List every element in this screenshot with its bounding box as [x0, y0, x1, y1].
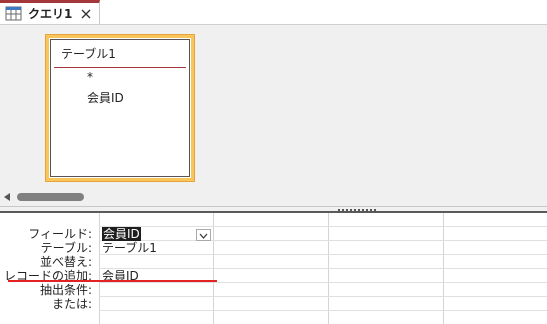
close-icon[interactable]: [79, 7, 93, 21]
title-divider: [54, 67, 186, 68]
field-item-all[interactable]: *: [87, 70, 93, 84]
pane-splitter[interactable]: [0, 206, 547, 213]
field-item-member-id[interactable]: 会員ID: [87, 89, 124, 106]
field-cell[interactable]: 会員ID: [102, 227, 141, 241]
tab-query1[interactable]: クエリ1: [0, 0, 100, 24]
red-underline-annotation: [8, 280, 217, 282]
document-tab-strip: クエリ1: [0, 0, 547, 25]
grid-row-divider: [99, 310, 547, 311]
horizontal-scrollbar[interactable]: [0, 188, 547, 206]
chevron-down-icon: [199, 233, 208, 239]
field-list-window[interactable]: テーブル1 * 会員ID: [45, 34, 195, 182]
grid-row-divider: [99, 296, 547, 297]
row-label-field: フィールド:: [28, 227, 92, 241]
field-list-title[interactable]: テーブル1: [61, 45, 116, 62]
table-cell[interactable]: テーブル1: [102, 241, 157, 255]
field-dropdown-button[interactable]: [196, 229, 211, 241]
scroll-left-arrow-icon[interactable]: [4, 193, 10, 201]
row-label-or: または:: [51, 297, 92, 311]
grid-row-divider: [99, 282, 547, 283]
row-label-sort: 並べ替え:: [39, 255, 92, 269]
field-cell-value: 会員ID: [102, 227, 141, 241]
field-list-body: テーブル1 * 会員ID: [50, 39, 190, 177]
scroll-thumb[interactable]: [17, 193, 84, 201]
design-grid[interactable]: フィールド: テーブル: 並べ替え: レコードの追加: 抽出条件: または: 会…: [0, 213, 547, 324]
row-label-table: テーブル:: [40, 241, 92, 255]
query-design-pane[interactable]: テーブル1 * 会員ID: [0, 25, 547, 188]
row-label-criteria: 抽出条件:: [39, 283, 92, 297]
grid-row-divider: [99, 240, 547, 241]
tab-label: クエリ1: [28, 7, 73, 21]
grid-row-divider: [99, 254, 547, 255]
grid-row-divider: [99, 226, 547, 227]
splitter-grip-icon: [338, 209, 376, 211]
grid-row-divider: [99, 268, 547, 269]
query-icon: [5, 6, 22, 21]
